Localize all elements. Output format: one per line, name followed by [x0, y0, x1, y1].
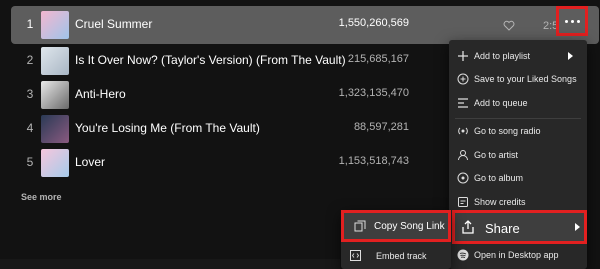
- menu-item-share[interactable]: Share: [452, 210, 587, 244]
- plus-icon: [458, 51, 468, 61]
- copy-icon: [354, 220, 366, 232]
- track-title[interactable]: Anti-Hero: [75, 87, 126, 101]
- menu-item-go-to-artist[interactable]: Go to artist: [449, 144, 587, 166]
- track-title[interactable]: Lover: [75, 155, 105, 169]
- track-number: 2: [26, 53, 34, 67]
- menu-item-save-liked[interactable]: Save to your Liked Songs: [449, 68, 587, 90]
- album-cover: [41, 149, 69, 177]
- spotify-icon: [457, 249, 469, 261]
- dot-icon: [576, 19, 580, 23]
- share-icon: [462, 220, 474, 234]
- bottom-strip: [0, 259, 340, 269]
- play-count: 88,597,281: [353, 121, 409, 133]
- embed-icon: [350, 250, 361, 261]
- track-title[interactable]: Cruel Summer: [75, 17, 152, 31]
- credits-icon: [458, 197, 468, 207]
- album-icon: [457, 172, 469, 184]
- queue-icon: [458, 98, 468, 108]
- menu-item-add-to-queue[interactable]: Add to queue: [449, 92, 587, 114]
- artist-icon: [458, 150, 468, 161]
- menu-item-go-to-album[interactable]: Go to album: [449, 167, 587, 189]
- embed-track-button[interactable]: Embed track: [350, 247, 450, 267]
- track-number: 1: [26, 17, 34, 31]
- copy-song-link-button[interactable]: Copy Song Link: [341, 210, 451, 242]
- menu-item-open-desktop[interactable]: Open in Desktop app: [449, 244, 587, 266]
- album-cover: [41, 11, 69, 39]
- track-number: 4: [26, 121, 34, 135]
- see-more-link[interactable]: See more: [21, 192, 62, 202]
- play-count: 1,153,518,743: [338, 155, 409, 167]
- caret-right-icon: [575, 223, 580, 231]
- dot-icon: [564, 19, 568, 23]
- play-count: 1,323,135,470: [338, 87, 409, 99]
- menu-divider: [455, 118, 581, 119]
- album-cover: [41, 115, 69, 143]
- play-count: 1,550,260,569: [338, 17, 409, 29]
- heart-icon[interactable]: [503, 20, 515, 31]
- track-title[interactable]: You're Losing Me (From The Vault): [75, 121, 260, 135]
- menu-item-add-to-playlist[interactable]: Add to playlist: [449, 45, 587, 67]
- album-cover: [41, 81, 69, 109]
- dot-icon: [570, 19, 574, 23]
- menu-item-song-radio[interactable]: Go to song radio: [449, 120, 587, 142]
- track-number: 5: [26, 155, 34, 169]
- album-cover: [41, 47, 69, 75]
- caret-right-icon: [568, 52, 573, 60]
- more-options-button[interactable]: [556, 6, 588, 36]
- track-title[interactable]: Is It Over Now? (Taylor's Version) (From…: [75, 53, 346, 67]
- play-count: 215,685,167: [347, 53, 409, 65]
- track-number: 3: [26, 87, 34, 101]
- plus-circle-icon: [457, 73, 469, 85]
- radio-icon: [458, 127, 468, 135]
